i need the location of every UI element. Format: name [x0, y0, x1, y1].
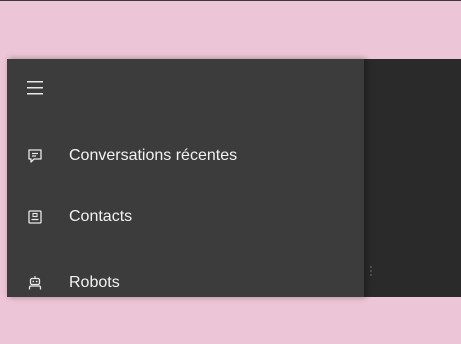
pane-resize-grip[interactable]	[370, 266, 374, 276]
nav-item-recent-conversations[interactable]: Conversations récentes	[7, 138, 364, 174]
contact-card-icon	[26, 208, 44, 226]
chat-icon	[26, 147, 44, 165]
robot-icon	[26, 274, 44, 292]
nav-item-robots[interactable]: Robots	[7, 265, 364, 301]
screen: Conversations récentes Contacts Robots	[0, 0, 461, 344]
hamburger-icon[interactable]	[27, 80, 45, 96]
nav-item-contacts[interactable]: Contacts	[7, 199, 364, 235]
top-border	[0, 0, 461, 1]
nav-item-label: Conversations récentes	[69, 147, 238, 164]
app-window: Conversations récentes Contacts Robots	[7, 59, 461, 297]
navigation-pane: Conversations récentes Contacts Robots	[7, 59, 364, 297]
nav-item-label: Contacts	[69, 208, 133, 225]
nav-item-label: Robots	[69, 274, 120, 291]
